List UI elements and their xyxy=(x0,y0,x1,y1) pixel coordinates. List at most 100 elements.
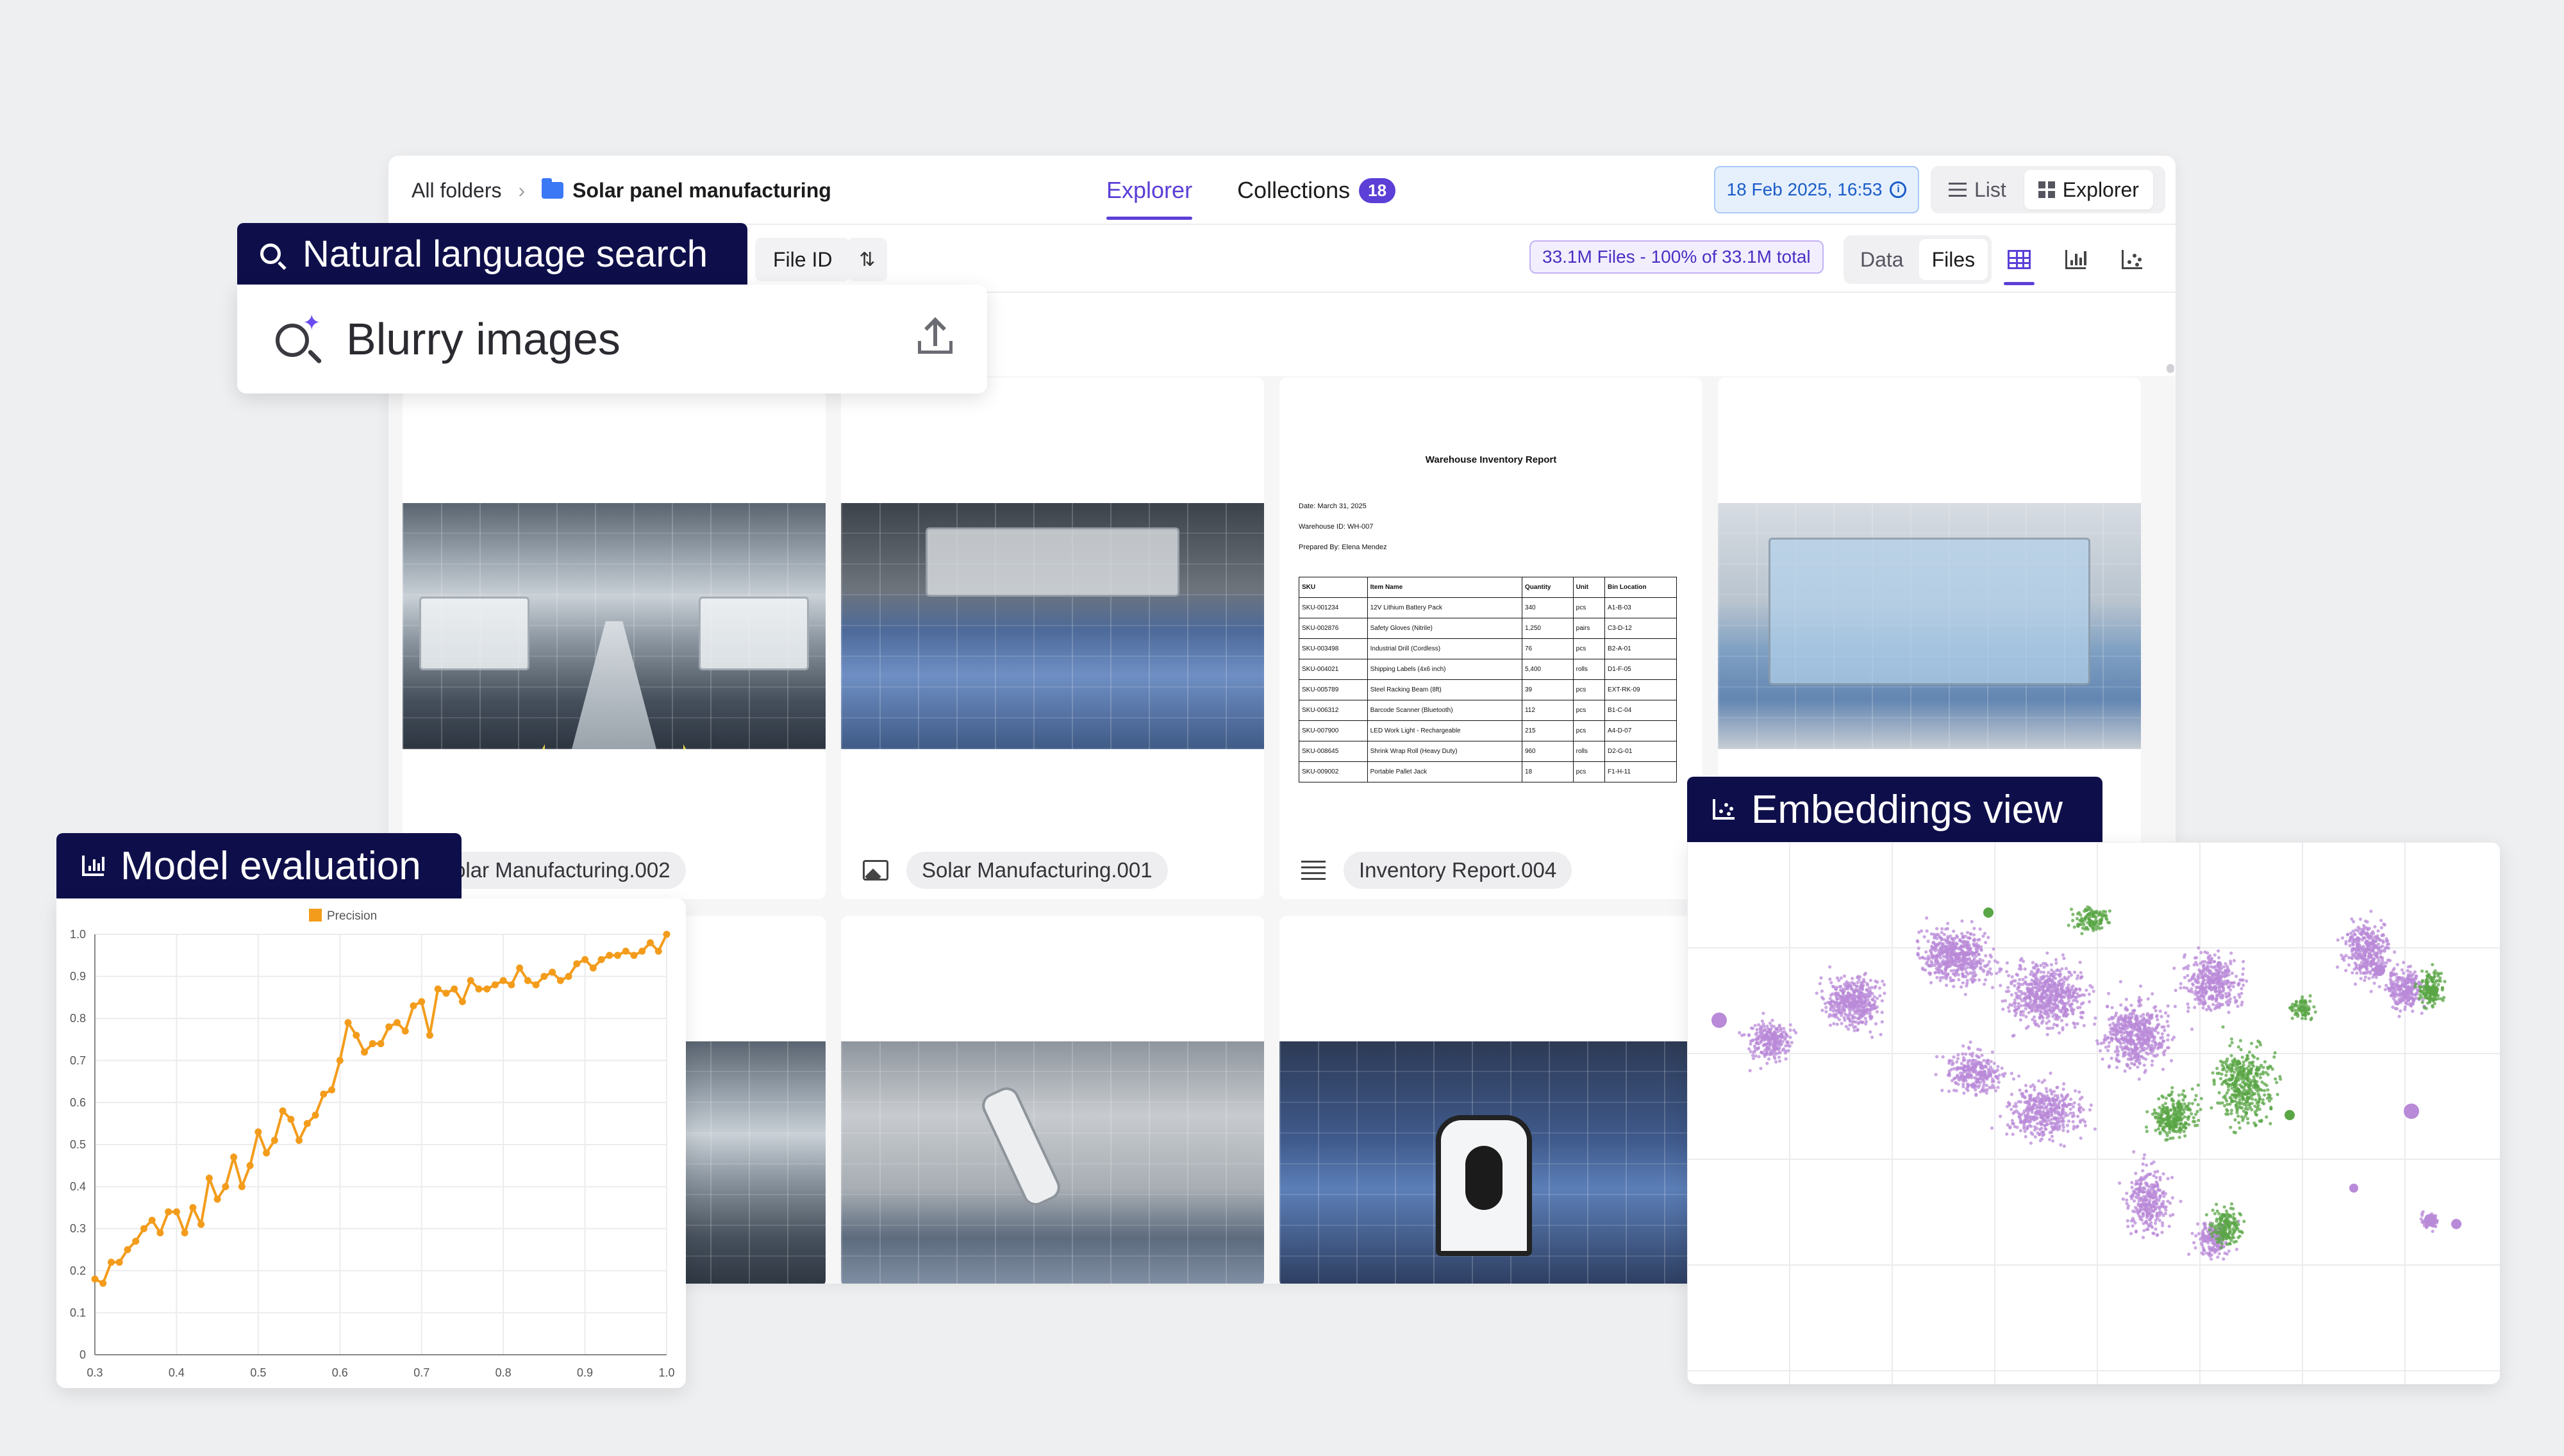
data-point[interactable] xyxy=(532,981,540,989)
data-point[interactable] xyxy=(205,1174,213,1182)
data-point[interactable] xyxy=(361,1048,369,1056)
embedding-highlight-point[interactable] xyxy=(2451,1219,2461,1229)
data-point[interactable] xyxy=(165,1208,172,1216)
data-point[interactable] xyxy=(115,1259,123,1266)
data-point[interactable] xyxy=(222,1183,229,1191)
data-point[interactable] xyxy=(287,1116,295,1123)
data-point[interactable] xyxy=(614,952,622,959)
table-view-button[interactable] xyxy=(2004,234,2035,285)
data-point[interactable] xyxy=(597,956,605,963)
data-point[interactable] xyxy=(353,1031,360,1039)
data-point[interactable] xyxy=(279,1107,287,1115)
data-point[interactable] xyxy=(369,1040,376,1048)
data-point[interactable] xyxy=(124,1246,131,1253)
data-point[interactable] xyxy=(451,985,458,993)
info-icon[interactable]: i xyxy=(1890,181,1907,198)
data-point[interactable] xyxy=(606,952,613,959)
data-point[interactable] xyxy=(393,1019,401,1027)
data-point[interactable] xyxy=(622,947,629,955)
embedding-highlight-point[interactable] xyxy=(2374,964,2385,976)
data-point[interactable] xyxy=(647,939,654,947)
data-point[interactable] xyxy=(303,1120,311,1127)
data-point[interactable] xyxy=(263,1149,271,1157)
file-card[interactable] xyxy=(1279,916,1702,1284)
embedding-highlight-point[interactable] xyxy=(1711,1013,1727,1028)
snapshot-timestamp[interactable]: 18 Feb 2025, 16:53 i xyxy=(1714,166,1919,213)
files-mode-button[interactable]: Files xyxy=(1919,239,1988,280)
embedding-highlight-point[interactable] xyxy=(2424,1214,2437,1227)
data-point[interactable] xyxy=(516,964,524,972)
data-point[interactable] xyxy=(540,973,548,980)
data-point[interactable] xyxy=(638,947,646,955)
data-point[interactable] xyxy=(296,1136,303,1144)
sort-field-button[interactable]: File ID xyxy=(755,238,851,281)
sort-order-icon[interactable]: ⇅ xyxy=(847,238,887,281)
data-point[interactable] xyxy=(181,1229,188,1237)
data-point[interactable] xyxy=(434,985,442,993)
data-point[interactable] xyxy=(663,931,670,938)
file-name-pill[interactable]: Inventory Report.004 xyxy=(1344,852,1572,889)
data-point[interactable] xyxy=(271,1136,278,1144)
data-point[interactable] xyxy=(312,1111,319,1119)
file-name-pill[interactable]: Solar Manufacturing.002 xyxy=(424,852,686,889)
data-point[interactable] xyxy=(213,1195,221,1203)
data-point[interactable] xyxy=(156,1229,164,1237)
file-card[interactable]: Solar Manufacturing.002 xyxy=(403,377,826,899)
data-point[interactable] xyxy=(556,977,564,984)
data-point[interactable] xyxy=(254,1128,262,1136)
data-point[interactable] xyxy=(91,1275,99,1283)
embeddings-scatter-plot[interactable] xyxy=(1687,842,2500,1384)
file-card[interactable] xyxy=(841,916,1264,1284)
data-point[interactable] xyxy=(401,1027,409,1035)
data-point[interactable] xyxy=(654,947,662,955)
data-point[interactable] xyxy=(508,981,515,989)
data-point[interactable] xyxy=(589,964,597,972)
scrollbar-thumb[interactable] xyxy=(2167,364,2174,373)
file-name-pill[interactable]: Solar Manufacturing.001 xyxy=(906,852,1168,889)
data-point[interactable] xyxy=(132,1237,140,1245)
data-point[interactable] xyxy=(410,1002,417,1010)
data-point[interactable] xyxy=(246,1162,254,1170)
data-point[interactable] xyxy=(426,1031,433,1039)
data-point[interactable] xyxy=(238,1183,246,1191)
data-point[interactable] xyxy=(189,1204,197,1211)
list-view-button[interactable]: List xyxy=(1935,170,2020,210)
explorer-view-button[interactable]: Explorer xyxy=(2024,170,2153,210)
data-point[interactable] xyxy=(458,998,466,1005)
file-card[interactable]: Warehouse Inventory Report Date: March 3… xyxy=(1279,377,1702,899)
data-point[interactable] xyxy=(377,1040,385,1048)
data-point[interactable] xyxy=(499,977,507,984)
data-point[interactable] xyxy=(140,1225,147,1232)
data-point[interactable] xyxy=(475,985,483,993)
file-card[interactable]: Solar Manufacturing.001 xyxy=(841,377,1264,899)
embedding-highlight-point[interactable] xyxy=(2349,1184,2358,1193)
data-point[interactable] xyxy=(524,977,531,984)
data-point[interactable] xyxy=(148,1216,156,1224)
data-point[interactable] xyxy=(107,1259,115,1266)
tab-collections[interactable]: Collections 18 xyxy=(1237,156,1396,225)
data-point[interactable] xyxy=(442,989,450,997)
data-point[interactable] xyxy=(385,1023,393,1030)
scatter-view-button[interactable] xyxy=(2117,234,2147,285)
data-point[interactable] xyxy=(230,1154,238,1161)
breadcrumb-all-folders[interactable]: All folders xyxy=(412,179,502,203)
data-point[interactable] xyxy=(172,1208,180,1216)
data-point[interactable] xyxy=(344,1019,352,1027)
data-point[interactable] xyxy=(320,1090,328,1098)
data-point[interactable] xyxy=(549,968,556,976)
data-point[interactable] xyxy=(630,952,638,959)
data-mode-button[interactable]: Data xyxy=(1847,239,1917,280)
tab-explorer[interactable]: Explorer xyxy=(1106,156,1193,225)
data-point[interactable] xyxy=(491,981,499,989)
data-point[interactable] xyxy=(565,973,572,980)
data-point[interactable] xyxy=(581,956,589,963)
data-point[interactable] xyxy=(467,977,474,984)
natural-language-search-input[interactable] xyxy=(346,313,859,365)
data-point[interactable] xyxy=(328,1086,336,1094)
data-point[interactable] xyxy=(418,998,426,1005)
data-point[interactable] xyxy=(336,1057,344,1064)
data-point[interactable] xyxy=(99,1279,107,1287)
data-point[interactable] xyxy=(197,1221,205,1228)
data-point[interactable] xyxy=(483,985,491,993)
data-point[interactable] xyxy=(573,960,581,968)
